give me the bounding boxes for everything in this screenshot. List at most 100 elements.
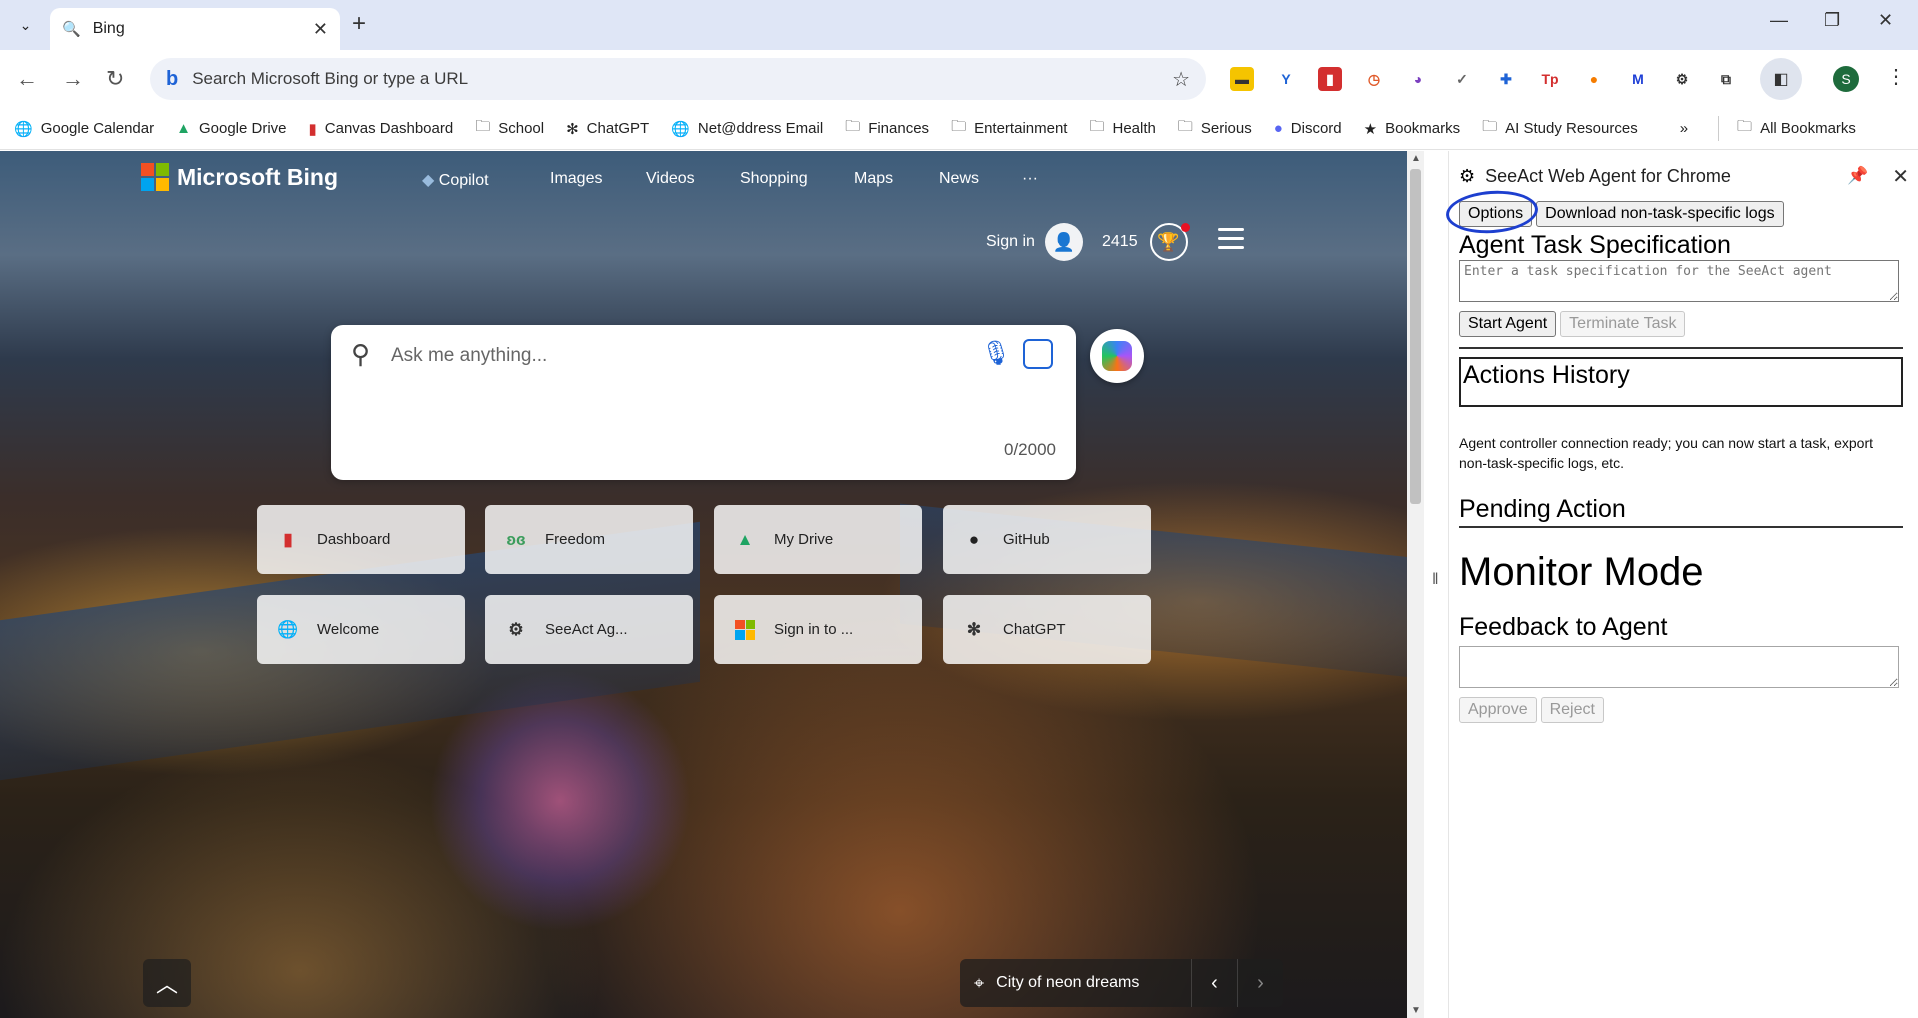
microsoft-icon <box>734 619 756 641</box>
quicklink-my-drive[interactable]: ▲ My Drive <box>714 505 922 574</box>
nav-copilot[interactable]: ◆ Copilot <box>422 170 489 190</box>
bookmark-health[interactable]: 🗀 Health <box>1089 116 1155 141</box>
pin-extension-icon[interactable]: ● <box>1582 67 1606 91</box>
search-icon: 🔍 <box>62 21 81 38</box>
tab-search-button[interactable]: ⌄ <box>10 10 41 41</box>
quicklink-freedom[interactable]: ʚɞ Freedom <box>485 505 693 574</box>
vpn-extension-icon[interactable]: Y <box>1274 67 1298 91</box>
seeact-extension-icon[interactable]: ⚙ <box>1670 67 1694 91</box>
search-icon: ⚲ <box>351 339 371 369</box>
task-input[interactable] <box>1459 260 1899 302</box>
clock-extension-icon[interactable]: ◷ <box>1362 67 1386 91</box>
github-icon: ● <box>968 529 980 549</box>
more-bookmarks-button[interactable]: » <box>1680 120 1688 137</box>
image-caption[interactable]: City of neon dreams <box>996 974 1191 992</box>
bookmark-canvas-dashboard[interactable]: ▮ Canvas Dashboard <box>309 120 454 138</box>
terminate-task-button[interactable]: Terminate Task <box>1560 311 1686 337</box>
all-bookmarks[interactable]: 🗀 All Bookmarks <box>1718 116 1856 141</box>
download-logs-button[interactable]: Download non-task-specific logs <box>1536 201 1784 227</box>
tab-bing[interactable]: 🔍 Bing ✕ <box>50 8 340 50</box>
nav-videos[interactable]: Videos <box>646 170 695 188</box>
close-window-icon[interactable]: ✕ <box>1878 10 1893 31</box>
pin-icon[interactable]: 📌 <box>1847 166 1868 186</box>
bookmark-google-calendar[interactable]: 🌐 Google Calendar <box>14 120 154 138</box>
bing-icon: b <box>166 67 179 90</box>
rewards-button[interactable]: 2415 🏆 <box>1102 223 1190 261</box>
bookmark-discord[interactable]: ● Discord <box>1274 120 1342 137</box>
bookmark-google-drive[interactable]: ▲ Google Drive <box>176 120 286 137</box>
scrollbar-thumb[interactable] <box>1410 169 1421 504</box>
puzzle-extension-icon[interactable]: ⧉ <box>1714 67 1738 91</box>
nav-more[interactable]: ··· <box>1022 170 1038 188</box>
resize-grip-icon[interactable]: ‖ <box>1432 571 1439 589</box>
scroll-up-button[interactable]: ︿ <box>143 959 191 1007</box>
bookmark-school[interactable]: 🗀 School <box>475 116 544 141</box>
tab-title: Bing <box>92 20 125 37</box>
bookmark-bookmarks[interactable]: ★ Bookmarks <box>1364 120 1460 138</box>
visual-search-icon[interactable] <box>1023 339 1053 369</box>
chatgpt-icon: ✻ <box>966 619 982 639</box>
canvas-icon: ▮ <box>308 120 317 138</box>
nav-shopping[interactable]: Shopping <box>740 170 808 188</box>
quicklink-sign-in[interactable]: Sign in to ... <box>714 595 922 664</box>
quicklink-seeact[interactable]: ⚙ SeeAct Ag... <box>485 595 693 664</box>
back-icon[interactable]: ← <box>16 66 38 92</box>
tp-extension-icon[interactable]: Tp <box>1538 67 1562 91</box>
side-panel-button[interactable]: ◧ <box>1760 58 1802 100</box>
reject-button[interactable]: Reject <box>1540 697 1604 723</box>
approve-button[interactable]: Approve <box>1459 697 1537 723</box>
page-scrollbar[interactable]: ▲ ▼ <box>1407 151 1424 1018</box>
copilot-button[interactable] <box>1090 329 1144 383</box>
quicklink-github[interactable]: ● GitHub <box>943 505 1151 574</box>
menu-icon[interactable]: ⋮ <box>1886 64 1906 89</box>
bookmark-serious[interactable]: 🗀 Serious <box>1178 116 1252 141</box>
close-tab-icon[interactable]: ✕ <box>313 19 328 40</box>
quicklink-chatgpt[interactable]: ✻ ChatGPT <box>943 595 1151 664</box>
bookmark-ai-study-resources[interactable]: 🗀 AI Study Resources <box>1482 116 1638 141</box>
address-bar[interactable]: b Search Microsoft Bing or type a URL ☆ <box>150 58 1206 100</box>
minimize-icon[interactable]: — <box>1770 10 1788 31</box>
seeact-icon: ⚙ <box>508 619 524 639</box>
restore-icon[interactable]: ❐ <box>1824 10 1840 31</box>
double-chevron-icon: » <box>1679 120 1689 137</box>
new-tab-button[interactable]: + <box>352 10 366 38</box>
bookmark-star-icon[interactable]: ☆ <box>1172 67 1190 92</box>
notes-extension-icon[interactable]: ▬ <box>1230 67 1254 91</box>
feedback-input[interactable] <box>1459 646 1899 688</box>
star-icon: ★ <box>1363 120 1378 138</box>
bookmark-netaddress-email[interactable]: 🌐 Net@ddress Email <box>671 120 823 138</box>
globe-icon: 🌐 <box>671 120 690 138</box>
bookmark-chatgpt[interactable]: ✻ ChatGPT <box>566 120 649 138</box>
chart-extension-icon[interactable]: ◕ <box>1406 67 1430 91</box>
nav-news[interactable]: News <box>939 170 979 188</box>
quicklink-welcome[interactable]: 🌐 Welcome <box>257 595 465 664</box>
start-agent-button[interactable]: Start Agent <box>1459 311 1557 337</box>
scroll-down-arrow-icon[interactable]: ▼ <box>1411 1005 1421 1016</box>
next-image-icon[interactable]: › <box>1237 959 1283 1007</box>
side-panel-resizer[interactable]: ‖ <box>1424 151 1449 1018</box>
bookmark-finances[interactable]: 🗀 Finances <box>845 116 929 141</box>
quicklink-dashboard[interactable]: ▮ Dashboard <box>257 505 465 574</box>
bookmark-extension-icon[interactable]: ▮ <box>1318 67 1342 91</box>
previous-image-icon[interactable]: ‹ <box>1191 959 1237 1007</box>
reload-icon[interactable]: ↻ <box>106 66 124 92</box>
search-box[interactable]: ⚲ Ask me anything... 🎙 0/2000 <box>331 325 1076 480</box>
search-placeholder: Ask me anything... <box>391 345 548 366</box>
toolbar: ← → ↻ b Search Microsoft Bing or type a … <box>0 50 1918 108</box>
m-extension-icon[interactable]: M <box>1626 67 1650 91</box>
nav-images[interactable]: Images <box>550 170 602 188</box>
sign-in-button[interactable]: Sign in 👤 <box>986 223 1083 261</box>
nav-maps[interactable]: Maps <box>854 170 893 188</box>
scroll-up-arrow-icon[interactable]: ▲ <box>1411 153 1421 164</box>
hamburger-menu-icon[interactable] <box>1218 228 1244 255</box>
forward-icon[interactable]: → <box>62 66 84 92</box>
bookmark-entertainment[interactable]: 🗀 Entertainment <box>951 116 1067 141</box>
microphone-icon[interactable]: 🎙 <box>981 339 1011 368</box>
location-pin-icon: ⌖ <box>974 972 985 993</box>
bing-logo[interactable]: Microsoft Bing <box>141 163 338 191</box>
shield-extension-icon[interactable]: ✚ <box>1494 67 1518 91</box>
check-extension-icon[interactable]: ✓ <box>1450 67 1474 91</box>
profile-avatar[interactable]: S <box>1833 66 1859 92</box>
divider <box>1459 526 1903 528</box>
close-panel-icon[interactable]: ✕ <box>1892 164 1909 189</box>
